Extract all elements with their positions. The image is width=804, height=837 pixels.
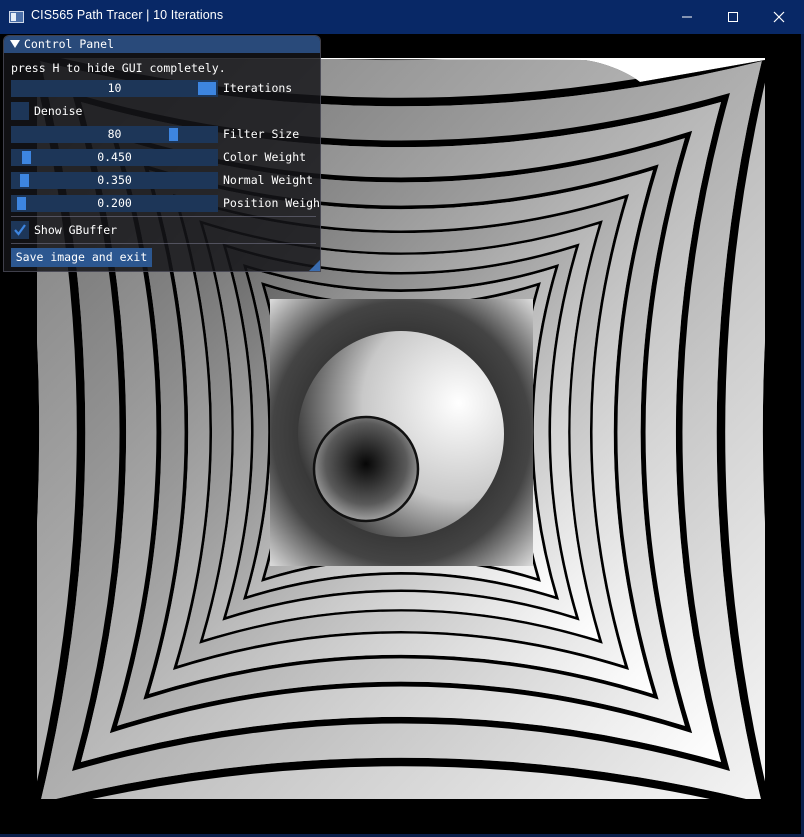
control-panel[interactable]: Control Panel press H to hide GUI comple… <box>3 35 321 272</box>
filter-size-slider[interactable]: 80 <box>11 126 218 143</box>
separator <box>11 243 316 244</box>
position-weight-slider[interactable]: 0.200 <box>11 195 218 212</box>
filter-size-value: 80 <box>107 127 122 141</box>
control-panel-title: Control Panel <box>24 37 115 51</box>
show-gbuffer-checkbox[interactable] <box>11 221 29 239</box>
iterations-slider[interactable]: 10 <box>11 80 218 97</box>
hint-text: press H to hide GUI completely. <box>11 61 226 75</box>
minimize-button[interactable] <box>664 0 710 34</box>
normal-weight-label: Normal Weight <box>223 173 314 187</box>
normal-weight-value: 0.350 <box>97 173 132 187</box>
small-sphere <box>312 415 420 523</box>
save-image-button[interactable]: Save image and exit <box>11 248 152 267</box>
collapse-arrow-icon[interactable] <box>10 40 20 48</box>
denoise-label: Denoise <box>34 104 83 118</box>
color-weight-value: 0.450 <box>97 150 132 164</box>
iterations-label: Iterations <box>223 81 293 95</box>
normal-weight-slider[interactable]: 0.350 <box>11 172 218 189</box>
app-window-icon <box>9 11 24 23</box>
checkmark-icon <box>14 224 26 236</box>
position-weight-value: 0.200 <box>97 196 132 210</box>
resize-grip[interactable] <box>309 260 320 271</box>
denoise-checkbox[interactable] <box>11 102 29 120</box>
color-weight-label: Color Weight <box>223 150 307 164</box>
separator <box>11 216 316 217</box>
position-weight-label: Position Weigh <box>223 196 320 210</box>
minimize-icon <box>682 16 692 18</box>
maximize-icon <box>728 12 738 22</box>
filter-size-label: Filter Size <box>223 127 300 141</box>
control-panel-header[interactable]: Control Panel <box>4 36 320 53</box>
window-title: CIS565 Path Tracer | 10 Iterations <box>31 8 224 22</box>
show-gbuffer-label: Show GBuffer <box>34 223 118 237</box>
window-title-bar[interactable]: CIS565 Path Tracer | 10 Iterations <box>0 0 804 34</box>
close-button[interactable] <box>756 0 802 34</box>
color-weight-slider[interactable]: 0.450 <box>11 149 218 166</box>
close-icon <box>773 11 785 23</box>
iterations-value: 10 <box>107 81 122 95</box>
maximize-button[interactable] <box>710 0 756 34</box>
